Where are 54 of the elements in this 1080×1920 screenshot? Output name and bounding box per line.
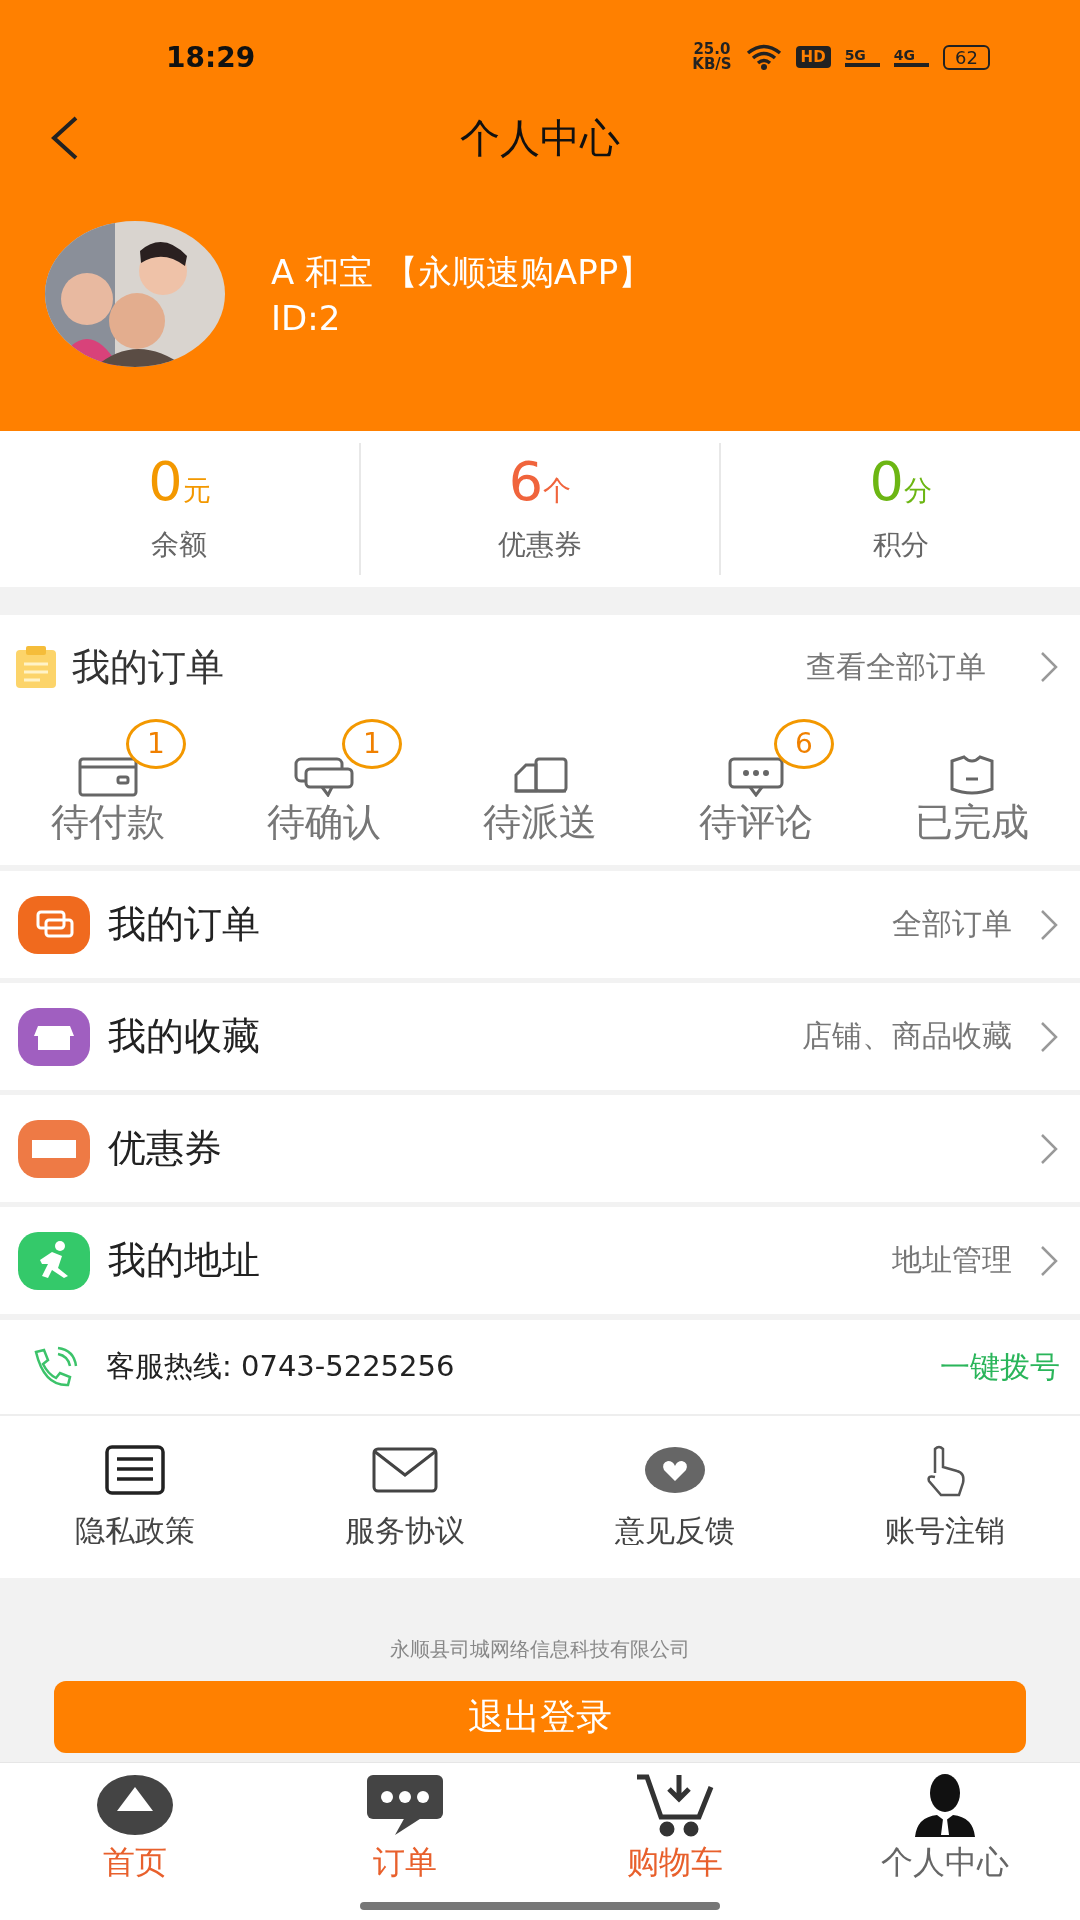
menu-row[interactable]: 优惠券 bbox=[0, 1095, 1080, 1202]
hd-badge: HD bbox=[795, 46, 831, 68]
order-status-tab[interactable]: 1 待付款 bbox=[0, 719, 216, 848]
hotline-text: 客服热线: 0743-5225256 bbox=[106, 1348, 455, 1385]
wifi-icon bbox=[745, 44, 782, 70]
order-status-icon bbox=[78, 755, 138, 797]
menu-row[interactable]: 我的订单 全部订单 bbox=[0, 871, 1080, 978]
logout-button[interactable]: 退出登录 bbox=[54, 1681, 1026, 1753]
view-all-orders-link[interactable]: 查看全部订单 bbox=[806, 646, 986, 688]
order-status-icon bbox=[726, 755, 786, 797]
menu-row[interactable]: 我的地址 地址管理 bbox=[0, 1207, 1080, 1314]
stat-label: 余额 bbox=[151, 526, 208, 563]
page-title: 个人中心 bbox=[460, 113, 620, 163]
stat-label: 优惠券 bbox=[498, 526, 582, 563]
cell-signal: 5G bbox=[844, 47, 880, 67]
order-status-tab[interactable]: 已完成 bbox=[864, 719, 1080, 848]
tool-item[interactable]: 隐私政策 bbox=[0, 1416, 270, 1578]
user-name: A 和宝 【永顺速购APP】 bbox=[271, 251, 653, 294]
tab-item[interactable]: 个人中心 bbox=[810, 1763, 1080, 1920]
chevron-icon bbox=[1040, 1244, 1058, 1277]
chevron-icon bbox=[1040, 1020, 1058, 1053]
favorites-icon bbox=[18, 1007, 90, 1066]
section-title: 我的订单 bbox=[72, 643, 224, 691]
tool-item[interactable]: 账号注销 bbox=[810, 1416, 1080, 1578]
tab-item[interactable]: 首页 bbox=[0, 1763, 270, 1920]
order-status-tab[interactable]: 待派送 bbox=[432, 719, 648, 848]
home-icon bbox=[95, 1773, 175, 1837]
cell-signal: 4G bbox=[893, 47, 930, 67]
order-status-tab[interactable]: 1 待确认 bbox=[216, 719, 432, 848]
company-name: 永顺县司城网络信息科技有限公司 bbox=[390, 1636, 690, 1663]
stat-value[interactable]: 6个 bbox=[508, 454, 572, 510]
tool-item[interactable]: 服务协议 bbox=[270, 1416, 540, 1578]
count-badge: 1 bbox=[126, 719, 186, 769]
stat-value[interactable]: 0元 bbox=[148, 454, 211, 510]
network-speed: 25.0 KB/S bbox=[692, 42, 732, 72]
tab-item[interactable]: 订单 bbox=[270, 1763, 540, 1920]
battery-icon: 62 bbox=[943, 44, 990, 70]
stat-label: 积分 bbox=[872, 526, 929, 563]
user-id: ID:2 bbox=[271, 298, 342, 338]
count-badge: 1 bbox=[342, 719, 402, 769]
stat-value[interactable]: 0分 bbox=[869, 454, 932, 510]
chevron-icon bbox=[1040, 1132, 1058, 1165]
cart-icon bbox=[635, 1773, 715, 1837]
chevron-icon bbox=[1040, 651, 1058, 683]
call-link[interactable]: 一键拨号 bbox=[940, 1346, 1060, 1388]
count-badge: 6 bbox=[774, 719, 834, 769]
tool-item[interactable]: 意见反馈 bbox=[540, 1416, 810, 1578]
tab-item[interactable]: 购物车 bbox=[540, 1763, 810, 1920]
clipboard-icon bbox=[14, 644, 58, 690]
order-status-tab[interactable]: 6 待评论 bbox=[648, 719, 864, 848]
menu-row[interactable]: 我的收藏 店铺、商品收藏 bbox=[0, 983, 1080, 1090]
status-time: 18:29 bbox=[166, 40, 256, 74]
order-status-icon bbox=[294, 755, 354, 797]
chevron-icon bbox=[1040, 908, 1058, 941]
